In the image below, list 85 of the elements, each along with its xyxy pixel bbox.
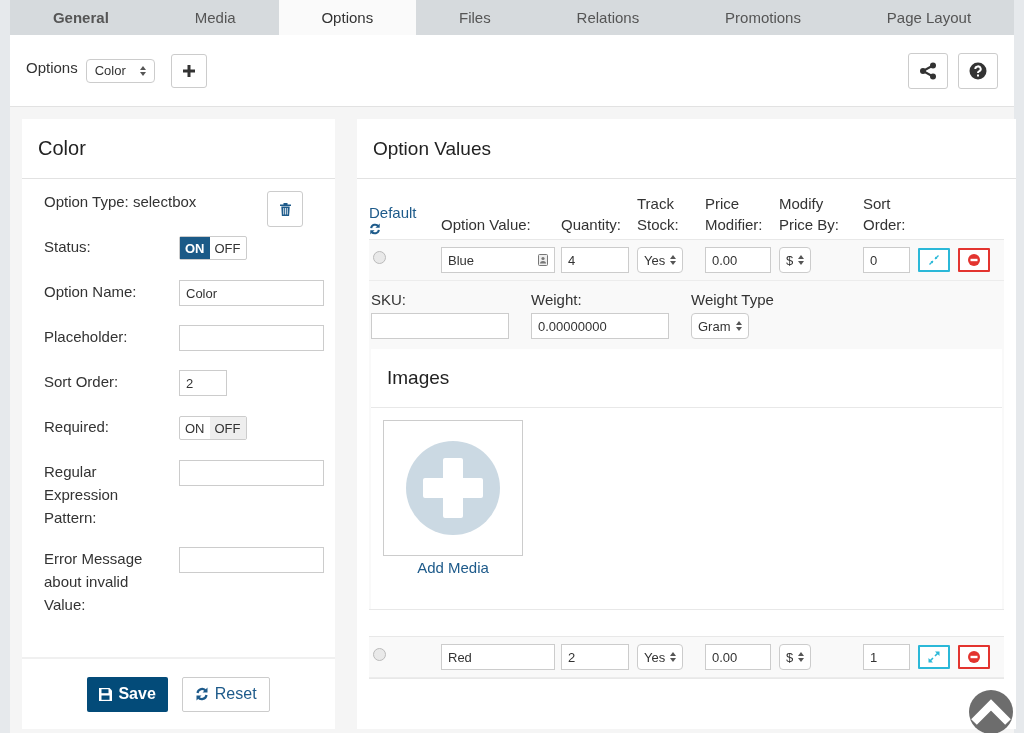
minus-circle-icon	[968, 651, 980, 663]
tab[interactable]: Media	[151, 0, 279, 35]
input-field[interactable]: Color	[179, 280, 324, 306]
trash-icon	[279, 202, 291, 216]
field-label: Status:	[44, 237, 92, 257]
contact-card-icon[interactable]	[538, 254, 548, 266]
share-button[interactable]	[908, 52, 948, 89]
select-field[interactable]: Yes	[637, 247, 684, 273]
column-header: Price Modifier:	[705, 195, 763, 233]
refresh-icon	[194, 687, 209, 701]
expand-button[interactable]	[918, 645, 950, 669]
on-off-toggle[interactable]: ON OFF	[179, 416, 247, 440]
minus-circle-icon	[968, 254, 980, 266]
expand-arrows-icon	[928, 651, 940, 663]
tab[interactable]: Options	[278, 0, 417, 35]
add-media-link[interactable]: Add Media	[383, 559, 523, 576]
updown-arrows-icon	[139, 65, 146, 76]
plus-circle-icon	[406, 441, 500, 535]
field-label: Option Name:	[44, 282, 138, 302]
updown-arrows-icon	[798, 652, 805, 662]
card-title: Option Values	[373, 137, 491, 160]
delete-button[interactable]	[267, 191, 303, 227]
input-field[interactable]: 0	[863, 247, 910, 273]
plus-icon	[182, 64, 195, 77]
share-icon	[919, 61, 937, 80]
field-label: Placeholder:	[44, 327, 129, 347]
chevron-up-icon	[971, 698, 1011, 726]
tab[interactable]: Page Layout	[843, 0, 1014, 35]
add-media-tile[interactable]	[383, 420, 523, 556]
field-label: Weight Type	[691, 291, 774, 308]
column-header: Sort Order:	[863, 195, 906, 233]
input-field[interactable]: 1	[863, 644, 910, 670]
help-icon	[969, 61, 987, 80]
tab[interactable]: General	[10, 0, 152, 35]
select-field[interactable]: $	[779, 644, 812, 670]
compress-arrows-icon	[929, 255, 939, 265]
card-title: Images	[387, 367, 450, 389]
input-field[interactable]: 0.00	[705, 644, 771, 670]
input-field[interactable]: 2	[561, 644, 629, 670]
column-header: Default	[369, 203, 417, 223]
options-select[interactable]: Color	[85, 58, 155, 83]
save-button[interactable]: Save	[87, 676, 168, 712]
input-field[interactable]: 2	[179, 370, 227, 396]
remove-button[interactable]	[958, 645, 990, 669]
input-field[interactable]	[371, 313, 509, 339]
help-button[interactable]	[958, 52, 998, 89]
input-field[interactable]: 0.00000000	[531, 313, 669, 339]
add-button[interactable]	[170, 53, 207, 88]
tab[interactable]: Promotions	[682, 0, 844, 35]
reset-button[interactable]: Reset	[181, 676, 270, 712]
column-header: Option Value:	[441, 216, 531, 233]
default-radio[interactable]	[373, 647, 386, 661]
on-off-toggle[interactable]: ON OFF	[179, 236, 247, 260]
tab[interactable]: Relations	[533, 0, 683, 35]
card-title: Color	[38, 137, 86, 160]
field-label: Regular Expression Pattern:	[44, 462, 120, 528]
tab[interactable]: Files	[416, 0, 534, 35]
column-header: Modify Price By:	[779, 195, 839, 233]
select-field[interactable]: Gram	[691, 313, 749, 339]
select-field[interactable]: $	[779, 247, 812, 273]
column-header: Track Stock:	[637, 195, 679, 233]
field-label: Weight:	[531, 291, 583, 308]
input-field[interactable]: Red	[441, 644, 555, 670]
input-field[interactable]: 0.00	[705, 247, 771, 273]
default-radio[interactable]	[373, 250, 386, 264]
options-label: Options	[26, 59, 78, 76]
refresh-icon[interactable]	[369, 223, 381, 235]
field-label: Required:	[44, 417, 111, 437]
field-label: Sort Order:	[44, 372, 120, 392]
input-field[interactable]: Blue	[441, 247, 555, 273]
field-label: SKU:	[371, 291, 407, 308]
input-field[interactable]	[179, 460, 324, 486]
updown-arrows-icon	[735, 321, 742, 331]
collapse-button[interactable]	[918, 248, 950, 272]
select-field[interactable]: Yes	[637, 644, 684, 670]
input-field[interactable]	[179, 325, 324, 351]
column-header: Quantity:	[561, 216, 622, 233]
input-field[interactable]: 4	[561, 247, 629, 273]
updown-arrows-icon	[798, 255, 805, 265]
updown-arrows-icon	[670, 652, 677, 662]
option-type-label: Option Type: selectbox	[44, 193, 197, 210]
input-field[interactable]	[179, 547, 324, 573]
remove-button[interactable]	[958, 248, 990, 272]
field-label: Error Message about invalid Value:	[44, 549, 144, 615]
updown-arrows-icon	[670, 255, 677, 265]
